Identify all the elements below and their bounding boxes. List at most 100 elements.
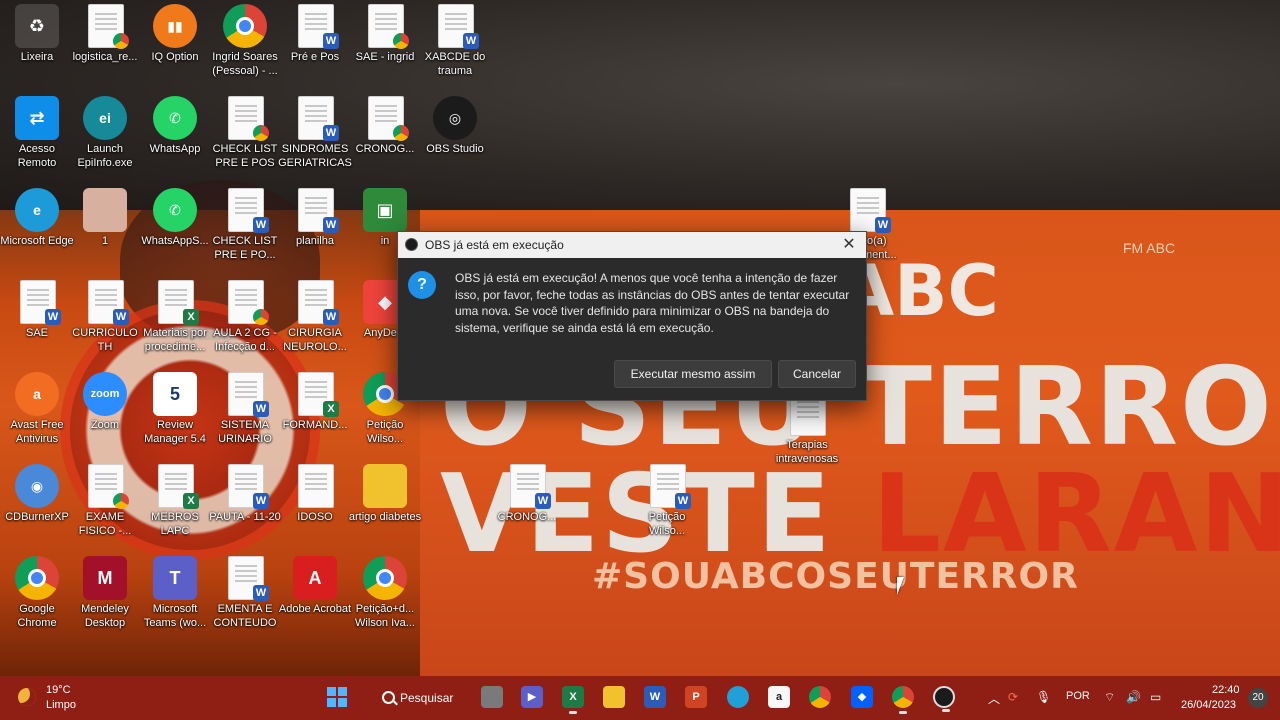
weather-widget[interactable]: 19°C Limpo xyxy=(18,682,128,716)
desktop-icon-label: AULA 2 CG - Infecção d... xyxy=(213,327,277,353)
desktop-icon[interactable]: ◎ OBS Studio xyxy=(418,96,492,156)
desktop-icon[interactable]: M Mendeley Desktop xyxy=(68,556,142,630)
desktop-icon[interactable]: ◉ CDBurnerXP xyxy=(0,464,74,524)
desktop-icon[interactable]: W SISTEMA URINARIO xyxy=(208,372,282,446)
desktop-icon[interactable]: artigo diabetes xyxy=(348,464,422,524)
wifi-icon[interactable]: ⌔ xyxy=(1104,690,1115,705)
clock-time[interactable]: 22:40 xyxy=(1212,684,1240,696)
teams-meet-icon[interactable]: ▶ xyxy=(521,686,543,708)
desktop-icon[interactable]: W Petição Wilso... xyxy=(630,464,704,538)
desktop-icon[interactable]: SAE - ingrid xyxy=(348,4,422,64)
desktop-icon[interactable]: CHECK LIST PRE E POS xyxy=(208,96,282,170)
task-view-icon[interactable] xyxy=(481,686,503,708)
desktop-icon[interactable]: Petição+d... Wilson Iva... xyxy=(348,556,422,630)
desktop-icon-label: CRONOG... xyxy=(497,511,557,523)
desktop-icon[interactable]: X MEBROS LAPC xyxy=(138,464,212,538)
close-icon[interactable]: ✕ xyxy=(838,234,860,256)
desktop-icon[interactable]: W CURRICULO TH xyxy=(68,280,142,354)
desktop-icon-label: Mendeley Desktop xyxy=(81,603,129,629)
desktop-icon[interactable]: A Adobe Acrobat xyxy=(278,556,352,616)
whatsapp-icon: ✆ xyxy=(153,96,197,140)
desktop-icon-label: CHECK LIST PRE E PO... xyxy=(212,235,278,261)
edge-taskbar-icon[interactable] xyxy=(727,686,749,708)
question-icon: ? xyxy=(408,271,436,299)
desktop-icon[interactable]: EXAME FISICO -... xyxy=(68,464,142,538)
desktop-icon[interactable]: Google Chrome xyxy=(0,556,74,630)
desktop-icon[interactable]: W SAE xyxy=(0,280,74,340)
search-icon xyxy=(382,691,395,704)
cancel-button[interactable]: Cancelar xyxy=(778,360,856,388)
desktop-icon[interactable]: AULA 2 CG - Infecção d... xyxy=(208,280,282,354)
chrome-profile-taskbar-icon[interactable] xyxy=(892,686,914,714)
taskbar-search[interactable]: Pesquisar xyxy=(364,683,466,713)
desktop-icon[interactable]: W CRONOG... xyxy=(490,464,564,524)
desktop-icon[interactable]: ei Launch EpiInfo.exe xyxy=(68,96,142,170)
desktop-icon[interactable]: CRONOG... xyxy=(348,96,422,156)
dropbox-taskbar-icon[interactable]: ◆ xyxy=(851,686,873,708)
desktop-icon-label: SINDROMES GERIATRICAS xyxy=(278,143,352,169)
desktop-icon[interactable]: W CIRURGIA NEUROLO... xyxy=(278,280,352,354)
desktop-icon-label: Adobe Acrobat xyxy=(278,603,352,615)
photo-icon xyxy=(83,188,127,232)
word-taskbar-icon[interactable]: W xyxy=(644,686,666,708)
language-indicator[interactable]: POR xyxy=(1066,690,1090,702)
desktop-icon-label: CRONOG... xyxy=(355,143,415,155)
desktop-icon[interactable]: W Pré e Pos xyxy=(278,4,352,64)
desktop-icon[interactable]: W EMENTA E CONTEUDO xyxy=(208,556,282,630)
microphone-icon[interactable]: 🎙 xyxy=(1036,690,1051,704)
chrome-taskbar-icon[interactable] xyxy=(809,686,831,708)
desktop-icon[interactable]: ✆ WhatsAppS... xyxy=(138,188,212,248)
desktop-icon-label: Google Chrome xyxy=(17,603,57,629)
excel-taskbar-icon[interactable]: X xyxy=(562,686,584,714)
sync-icon[interactable]: ⟳ xyxy=(1008,690,1018,704)
desktop-icon[interactable]: 1 xyxy=(68,188,142,248)
desktop-icon[interactable]: Wplanilha xyxy=(278,188,352,248)
start-button[interactable] xyxy=(322,682,354,714)
desktop-icon[interactable]: a Avast Free Antivirus xyxy=(0,372,74,446)
amazon-taskbar-icon[interactable]: a xyxy=(768,686,790,708)
revman-icon: 5 xyxy=(153,372,197,416)
moon-icon xyxy=(18,688,36,706)
desktop-icon[interactable]: T Microsoft Teams (wo... xyxy=(138,556,212,630)
excel-badge-icon: X xyxy=(323,401,339,417)
desktop-icon-label: Microsoft Teams (wo... xyxy=(143,603,207,629)
desktop-icon[interactable]: W SINDROMES GERIATRICAS xyxy=(278,96,352,170)
chrome-doc-icon xyxy=(228,280,269,325)
desktop-icon-label: CIRURGIA NEUROLO... xyxy=(283,327,347,353)
desktop-icon[interactable]: Terapias intravenosas xyxy=(770,392,844,466)
desktop-icon[interactable]: IDOSO xyxy=(278,464,352,524)
desktop-icon-label: CHECK LIST PRE E POS xyxy=(212,143,278,169)
desktop-icon[interactable]: e Microsoft Edge xyxy=(0,188,74,248)
obs-taskbar-icon[interactable] xyxy=(933,686,955,712)
run-anyway-button[interactable]: Executar mesmo assim xyxy=(614,360,772,388)
desktop-icon[interactable]: 5 Review Manager 5.4 xyxy=(138,372,212,446)
desktop-icon[interactable]: logistica_re... xyxy=(68,4,142,64)
desktop-icon[interactable]: W XABCDE do trauma xyxy=(418,4,492,78)
desktop-icon[interactable]: X FORMAND... xyxy=(278,372,352,432)
word-doc-icon: W xyxy=(228,556,269,601)
volume-icon[interactable]: 🔊 xyxy=(1126,690,1141,704)
desktop-icon[interactable]: W PAUTA - 11-20 xyxy=(208,464,282,524)
chevron-up-icon[interactable]: ︿ xyxy=(988,690,1000,707)
file-explorer-icon[interactable] xyxy=(603,686,625,708)
desktop-icon[interactable]: ⇄ Acesso Remoto xyxy=(0,96,74,170)
chrome-doc-icon xyxy=(88,4,129,49)
desktop-icon[interactable]: zoom Zoom xyxy=(68,372,142,432)
notification-badge[interactable]: 20 xyxy=(1248,688,1268,708)
desktop-icon[interactable]: ♻ Lixeira xyxy=(0,4,74,64)
windows-logo-icon xyxy=(327,698,336,707)
system-tray: ︿ ⟳ 🎙 POR ⌔ 🔊 ▭ 22:40 26/04/2023 20 xyxy=(980,676,1280,720)
desktop-icon[interactable]: W CHECK LIST PRE E PO... xyxy=(208,188,282,262)
desktop-icon[interactable]: ✆ WhatsApp xyxy=(138,96,212,156)
desktop-icon-label: Petição+d... Wilson Iva... xyxy=(355,603,415,629)
desktop-icon[interactable]: ▮▮ IQ Option xyxy=(138,4,212,64)
desktop-icon[interactable]: Ingrid Soares (Pessoal) - ... xyxy=(208,4,282,78)
word-doc-icon: W xyxy=(88,280,129,325)
powerpoint-taskbar-icon[interactable]: P xyxy=(685,686,707,708)
battery-icon[interactable]: ▭ xyxy=(1150,690,1161,704)
epiinfo-icon: ei xyxy=(83,96,127,140)
desktop-icon-label: IDOSO xyxy=(297,511,333,523)
clock-date[interactable]: 26/04/2023 xyxy=(1181,699,1236,711)
desktop-icon[interactable]: X Materiais por procedime... xyxy=(138,280,212,354)
desktop-icon-label: CURRICULO TH xyxy=(72,327,138,353)
